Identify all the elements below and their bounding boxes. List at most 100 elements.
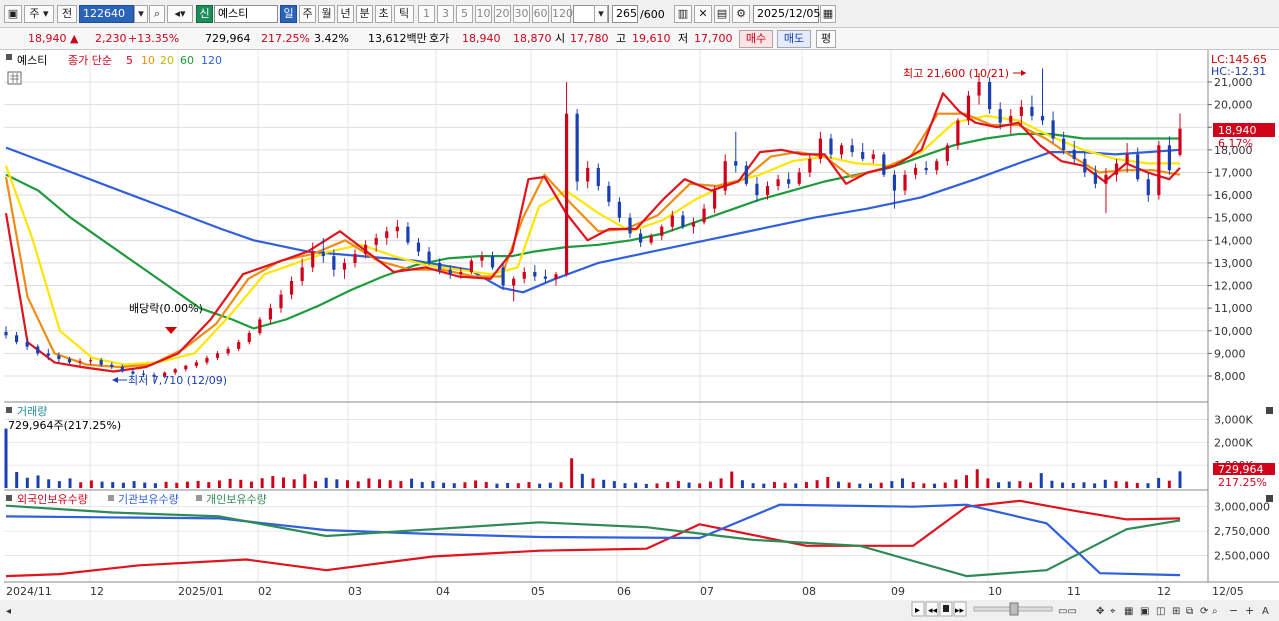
zoom-search-icon[interactable]: ⌕ xyxy=(1212,606,1218,617)
search-icon[interactable]: ⌕ xyxy=(149,5,165,23)
date-axis-label: 02 xyxy=(258,585,272,598)
period-month-button[interactable]: 월 xyxy=(318,5,335,23)
fit-tool-icon[interactable]: ⊞ xyxy=(1172,606,1180,617)
count-input[interactable]: 265 xyxy=(612,5,638,23)
candle-body xyxy=(1167,145,1172,171)
volume-bar xyxy=(911,482,915,488)
candle-body xyxy=(892,174,897,191)
split-tool-icon[interactable]: ◫ xyxy=(1156,606,1165,617)
candle-body xyxy=(110,364,114,367)
sell-button[interactable]: 매도 xyxy=(777,30,811,48)
price-tick-label: 10,000 xyxy=(1214,325,1253,338)
layout-icon[interactable]: ▭▭ xyxy=(1058,606,1077,617)
candle-body xyxy=(1114,163,1119,175)
candle-body xyxy=(78,361,82,363)
interval-5-button[interactable]: 5 xyxy=(456,5,473,23)
volume-last-pct: 217.25% xyxy=(1218,476,1267,489)
volume-bar xyxy=(1050,480,1054,488)
interval-60-button[interactable]: 60 xyxy=(532,5,549,23)
candle-body xyxy=(448,269,452,275)
interval-3-button[interactable]: 3 xyxy=(437,5,454,23)
current-price-value: 18,940 xyxy=(28,32,67,45)
holdings-legend-toggle-icon[interactable] xyxy=(6,495,12,501)
refresh-tool-icon[interactable]: ⟳ xyxy=(1200,606,1209,617)
high-label: 고 xyxy=(616,32,627,45)
open-price: 17,780 xyxy=(570,32,609,45)
candle-body xyxy=(1104,174,1108,184)
volume-bar xyxy=(1029,482,1033,488)
window-tool-icon[interactable]: ▣ xyxy=(1140,606,1149,617)
zoom-slider-thumb[interactable] xyxy=(1009,602,1019,616)
interval-20-button[interactable]: 20 xyxy=(494,5,511,23)
interval-1-button[interactable]: 1 xyxy=(418,5,435,23)
legend-ma5: 5 xyxy=(126,54,133,67)
chart-toolbar: ▣ 주 ▾ 전 122640 ▾ ⌕ ◂▾ 신 예스티 일 주 월 년 분 초 … xyxy=(0,0,1279,28)
gear-icon[interactable]: ⚙ xyxy=(732,5,750,23)
volume-bar xyxy=(260,478,264,488)
crosshair-tool-icon[interactable]: ✥ xyxy=(1096,606,1104,617)
legend-foreign: 외국인보유수량 xyxy=(17,493,88,506)
volume-bar xyxy=(1103,479,1107,488)
candle-body xyxy=(564,113,569,275)
stock-chart[interactable]: 21,00020,00019,00018,00017,00016,00015,0… xyxy=(0,50,1279,621)
holdings-pane-close-icon[interactable] xyxy=(1266,495,1273,502)
prev-button[interactable]: 전 xyxy=(57,5,77,23)
volume-bar xyxy=(249,481,253,488)
stop-icon xyxy=(943,605,949,612)
interval-10-button[interactable]: 10 xyxy=(475,5,492,23)
volume-bar xyxy=(815,480,819,488)
crosshair-icon[interactable]: ✕ xyxy=(694,5,712,23)
grid-tool-icon[interactable]: ▦ xyxy=(1124,606,1133,617)
table-view-icon[interactable] xyxy=(7,71,22,85)
copy-tool-icon[interactable]: ⧉ xyxy=(1186,606,1193,617)
volume-bar xyxy=(1007,481,1011,488)
scroll-left-icon[interactable]: ◂ xyxy=(6,606,11,617)
zoom-in-icon[interactable]: + xyxy=(1245,604,1254,617)
volume-bar xyxy=(1135,482,1139,488)
volume-bar xyxy=(708,481,712,488)
avg-price-button[interactable]: 평 xyxy=(816,30,836,48)
volume-bar xyxy=(410,478,414,488)
candle-body xyxy=(808,158,812,173)
candle-body xyxy=(554,274,558,279)
zoom-out-icon[interactable]: − xyxy=(1229,604,1238,617)
scroll-bar[interactable] xyxy=(0,600,1279,621)
period-select[interactable]: 주 ▾ xyxy=(24,5,54,23)
volume-legend-toggle-icon[interactable] xyxy=(6,407,12,413)
volume-bar xyxy=(4,428,8,488)
period-year-button[interactable]: 년 xyxy=(337,5,354,23)
stock-code-input[interactable]: 122640 xyxy=(79,5,134,23)
period-day-button[interactable]: 일 xyxy=(280,5,297,23)
speaker-icon[interactable]: ◂▾ xyxy=(167,5,193,23)
period-tick-button[interactable]: 틱 xyxy=(394,5,414,23)
period-week-button[interactable]: 주 xyxy=(299,5,316,23)
candle-body xyxy=(36,346,40,354)
save-icon[interactable]: ▤ xyxy=(714,5,730,23)
price-tick-label: 17,000 xyxy=(1214,166,1253,179)
code-dropdown-icon[interactable]: ▾ xyxy=(134,5,148,23)
candle-body xyxy=(289,281,294,295)
stock-name-field[interactable]: 예스티 xyxy=(214,5,278,23)
price-tick-label: 16,000 xyxy=(1214,189,1253,202)
legend-toggle-icon[interactable] xyxy=(6,54,12,60)
volume-pane-close-icon[interactable] xyxy=(1266,407,1273,414)
fast-forward-icon: ▸▸ xyxy=(955,606,965,616)
window-icon[interactable]: ▣ xyxy=(4,5,22,23)
calendar-icon[interactable]: ▦ xyxy=(820,5,836,23)
price-change-pct: +13.35% xyxy=(128,32,180,45)
candle-type-icon[interactable]: ▥ xyxy=(674,5,692,23)
buy-button[interactable]: 매수 xyxy=(739,30,773,48)
text-size-icon[interactable]: A xyxy=(1262,606,1269,617)
date-axis-label: 12/05 xyxy=(1212,585,1244,598)
period-second-button[interactable]: 초 xyxy=(375,5,392,23)
interval-120-button[interactable]: 120 xyxy=(551,5,573,23)
candle-body xyxy=(1051,120,1055,139)
current-price: 18,940 ▲ xyxy=(28,32,79,45)
period-minute-button[interactable]: 분 xyxy=(356,5,373,23)
date-input[interactable]: 2025/12/05 xyxy=(753,5,820,23)
volume-bar xyxy=(612,481,616,488)
interval-30-button[interactable]: 30 xyxy=(513,5,530,23)
interval-dropdown-icon[interactable]: ▾ xyxy=(594,5,608,23)
measure-tool-icon[interactable]: ⌖ xyxy=(1110,606,1116,617)
volume-bar xyxy=(644,483,648,488)
